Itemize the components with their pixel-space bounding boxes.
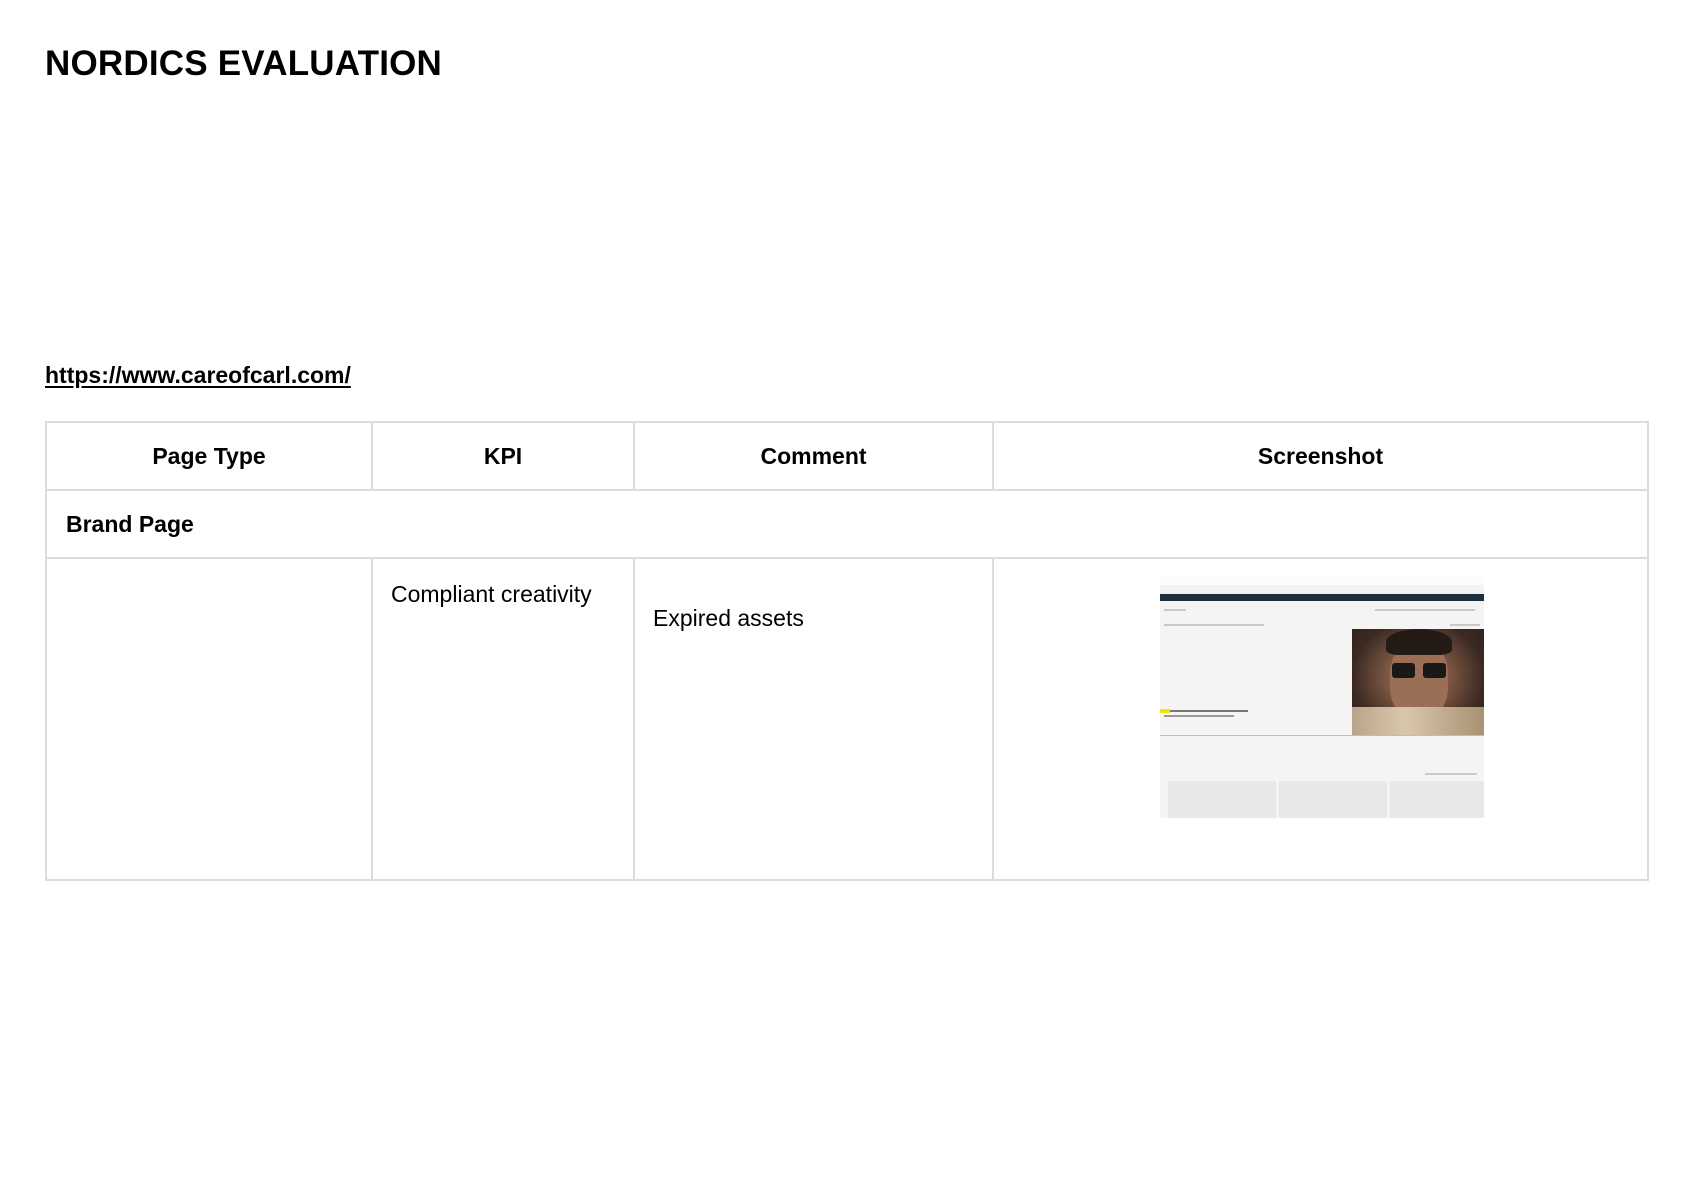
thumb-breadcrumb-line [1450,624,1480,626]
thumb-coat [1352,707,1484,735]
thumb-promo-banner [1160,594,1484,601]
thumb-highlight [1160,709,1170,713]
cell-screenshot [992,557,1649,881]
thumb-card [1168,781,1276,818]
thumb-hair [1386,629,1452,655]
thumb-card [1279,781,1387,818]
table-row: Compliant creativity Expired assets [45,557,1649,881]
table-header-row: Page Type KPI Comment Screenshot [45,421,1649,491]
site-url-link[interactable]: https://www.careofcarl.com/ [45,362,351,389]
thumb-product-cards [1160,781,1484,818]
header-comment: Comment [633,421,994,491]
thumb-sort-line [1425,773,1477,775]
thumb-hero-text-line [1170,710,1248,712]
header-page-type: Page Type [45,421,373,491]
page-title: NORDICS EVALUATION [45,44,443,83]
header-kpi: KPI [371,421,635,491]
cell-comment: Expired assets [633,557,994,881]
thumb-card [1390,781,1484,818]
thumb-divider [1160,735,1484,736]
header-screenshot: Screenshot [992,421,1649,491]
thumb-breadcrumb-line [1164,624,1264,626]
evaluation-table: Page Type KPI Comment Screenshot Brand P… [45,421,1649,881]
thumb-bookmarks-bar [1160,585,1484,594]
cell-kpi: Compliant creativity [371,557,635,881]
screenshot-thumbnail[interactable] [1160,577,1484,818]
thumb-sunglasses [1392,663,1446,678]
section-brand-page: Brand Page [45,489,1649,559]
section-row: Brand Page [45,489,1649,559]
thumb-hero-image [1352,629,1484,735]
thumb-nav-line [1375,609,1475,611]
thumb-nav-line [1164,609,1186,611]
cell-page-type [45,557,373,881]
thumb-browser-bar [1160,577,1484,585]
thumb-hero-text-line [1164,715,1234,717]
